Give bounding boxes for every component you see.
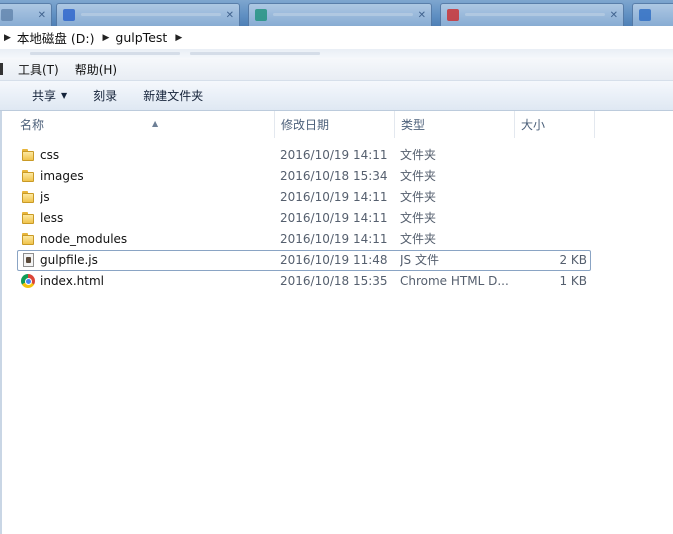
file-date: 2016/10/19 11:48 <box>280 253 388 267</box>
file-name: node_modules <box>40 232 128 246</box>
file-date: 2016/10/18 15:34 <box>280 169 388 183</box>
file-row-js[interactable]: js 2016/10/19 14:11 文件夹 <box>17 187 591 208</box>
background-tab[interactable]: ✕ <box>56 3 240 26</box>
file-size <box>515 145 587 166</box>
file-row-images[interactable]: images 2016/10/18 15:34 文件夹 <box>17 166 591 187</box>
file-date: 2016/10/19 14:11 <box>280 190 388 204</box>
file-type: 文件夹 <box>400 232 437 246</box>
tab-close-icon[interactable]: ✕ <box>226 10 234 21</box>
burn-button[interactable]: 刻录 <box>93 87 117 104</box>
file-type: 文件夹 <box>400 211 437 225</box>
file-size <box>515 229 587 250</box>
file-type: 文件夹 <box>400 169 437 183</box>
column-header-size-label: 大小 <box>521 118 546 132</box>
breadcrumb-item-folder[interactable]: gulpTest <box>115 30 167 45</box>
file-size: 2 KB <box>559 253 587 267</box>
folder-icon <box>21 232 36 247</box>
tab-favicon-icon <box>63 9 75 21</box>
file-date: 2016/10/19 14:11 <box>280 148 388 162</box>
share-button-label: 共享 <box>32 89 57 103</box>
address-ghost-strip <box>0 49 673 58</box>
folder-icon <box>21 190 36 205</box>
file-name: index.html <box>40 274 104 288</box>
file-date: 2016/10/18 15:35 <box>280 274 388 288</box>
burn-button-label: 刻录 <box>93 89 118 103</box>
tab-favicon-icon <box>255 9 267 21</box>
menu-tools[interactable]: 工具(T) <box>18 61 59 78</box>
column-header-date-label: 修改日期 <box>281 118 330 132</box>
file-row-css[interactable]: css 2016/10/19 14:11 文件夹 <box>17 145 591 166</box>
file-size <box>515 208 587 229</box>
menu-bar: 工具(T) 帮助(H) <box>0 58 673 81</box>
column-header-date[interactable]: 修改日期 <box>275 111 395 138</box>
file-row-node-modules[interactable]: node_modules 2016/10/19 14:11 文件夹 <box>17 229 591 250</box>
file-date: 2016/10/19 14:11 <box>280 211 388 225</box>
tab-title-blurred <box>273 13 413 16</box>
chrome-html-icon <box>21 274 35 288</box>
tab-favicon-icon <box>447 9 459 21</box>
file-name: css <box>40 148 60 162</box>
file-type: Chrome HTML D... <box>400 274 509 288</box>
column-header-row: 名称 ▲ 修改日期 类型 大小 <box>2 111 673 138</box>
column-header-type-label: 类型 <box>401 118 426 132</box>
file-size <box>515 187 587 208</box>
pane-border <box>0 111 2 534</box>
column-header-name[interactable]: 名称 ▲ <box>14 111 275 138</box>
new-folder-button[interactable]: 新建文件夹 <box>143 87 203 104</box>
ghost-line <box>30 52 180 55</box>
breadcrumb-chevron-icon[interactable]: ▶ <box>4 33 11 43</box>
new-folder-button-label: 新建文件夹 <box>143 89 204 103</box>
tab-favicon-icon <box>639 9 651 21</box>
file-row-gulpfile[interactable]: gulpfile.js 2016/10/19 11:48 JS 文件 2 KB <box>17 250 591 271</box>
file-row-index-html[interactable]: index.html 2016/10/18 15:35 Chrome HTML … <box>17 271 591 292</box>
column-header-type[interactable]: 类型 <box>395 111 515 138</box>
js-file-icon <box>21 253 36 268</box>
file-size <box>515 166 587 187</box>
breadcrumb-chevron-icon[interactable]: ▶ <box>103 33 110 43</box>
file-name: js <box>40 190 50 204</box>
file-name: less <box>40 211 64 225</box>
file-type: 文件夹 <box>400 148 437 162</box>
background-tab[interactable]: ✕ <box>248 3 432 26</box>
share-button[interactable]: 共享 ▼ <box>32 87 67 104</box>
command-toolbar: 共享 ▼ 刻录 新建文件夹 <box>0 81 673 111</box>
background-tab[interactable] <box>632 3 673 26</box>
ghost-line <box>190 52 320 55</box>
background-tab-strip: ✕ ✕ ✕ ✕ <box>0 0 673 26</box>
breadcrumb[interactable]: ▶ 本地磁盘 (D:) ▶ gulpTest ▶ <box>0 26 673 50</box>
breadcrumb-chevron-icon[interactable]: ▶ <box>175 33 182 43</box>
tab-close-icon[interactable]: ✕ <box>38 10 46 21</box>
tab-favicon-icon <box>1 9 13 21</box>
background-tab[interactable]: ✕ <box>0 3 52 26</box>
tab-close-icon[interactable]: ✕ <box>610 10 618 21</box>
menu-help[interactable]: 帮助(H) <box>75 61 117 78</box>
column-header-size[interactable]: 大小 <box>515 111 595 138</box>
column-header-name-label: 名称 <box>20 118 45 132</box>
tab-title-blurred <box>81 13 221 16</box>
folder-icon <box>21 148 36 163</box>
tab-close-icon[interactable]: ✕ <box>418 10 426 21</box>
file-type: JS 文件 <box>400 253 439 267</box>
tab-title-blurred <box>465 13 605 16</box>
folder-icon <box>21 169 36 184</box>
file-size: 1 KB <box>559 274 587 288</box>
file-name: images <box>40 169 84 183</box>
file-name: gulpfile.js <box>40 253 98 267</box>
file-row-less[interactable]: less 2016/10/19 14:11 文件夹 <box>17 208 591 229</box>
file-date: 2016/10/19 14:11 <box>280 232 388 246</box>
menu-edge <box>0 63 3 75</box>
file-type: 文件夹 <box>400 190 437 204</box>
background-tab[interactable]: ✕ <box>440 3 624 26</box>
breadcrumb-item-drive[interactable]: 本地磁盘 (D:) <box>17 28 95 47</box>
chevron-down-icon: ▼ <box>61 91 68 100</box>
folder-icon <box>21 211 36 226</box>
sort-ascending-icon: ▲ <box>152 119 159 128</box>
